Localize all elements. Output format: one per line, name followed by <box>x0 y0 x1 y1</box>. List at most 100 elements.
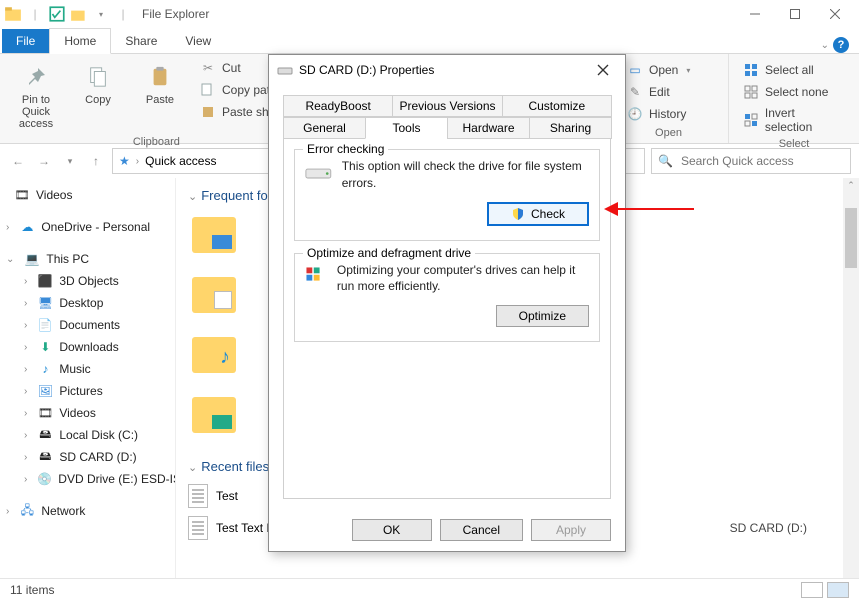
dialog-title: SD CARD (D:) Properties <box>299 63 434 77</box>
dialog-actions: OK Cancel Apply <box>352 519 611 541</box>
dialog-title-bar[interactable]: SD CARD (D:) Properties <box>269 55 625 85</box>
copy-button[interactable]: Copy <box>70 58 126 110</box>
scroll-thumb[interactable] <box>845 208 857 268</box>
optimize-desc: Optimizing your computer's drives can he… <box>337 262 589 296</box>
tree-network[interactable]: ›🖧Network <box>0 500 175 522</box>
documents-icon: 📄 <box>37 317 53 333</box>
help-icon[interactable]: ? <box>833 37 849 53</box>
videos-icon: 🎞 <box>14 187 30 203</box>
folder-thumb[interactable]: ♪ <box>192 337 240 381</box>
text-file-icon <box>188 484 208 508</box>
tree-videos[interactable]: 🎞Videos <box>0 184 175 206</box>
forward-button[interactable]: → <box>34 151 54 171</box>
search-box[interactable]: 🔍 <box>651 148 851 174</box>
optimize-button[interactable]: Optimize <box>496 305 589 327</box>
explorer-icon <box>4 5 22 23</box>
ok-button[interactable]: OK <box>352 519 432 541</box>
tree-downloads[interactable]: ›⬇Downloads <box>0 336 175 358</box>
window-title: File Explorer <box>142 7 209 21</box>
folder-thumb[interactable] <box>192 397 240 441</box>
tree-pictures[interactable]: ›🖼Pictures <box>0 380 175 402</box>
invert-selection-button[interactable]: Invert selection <box>737 104 851 136</box>
optimize-group: Optimize and defragment drive Optimizing… <box>294 253 600 343</box>
error-checking-group: Error checking This option will check th… <box>294 149 600 241</box>
open-button[interactable]: ▭Open▾ <box>621 60 696 80</box>
tab-file[interactable]: File <box>2 29 49 53</box>
paste-shortcut-icon <box>200 104 216 120</box>
group-clipboard: Pin to Quick access Copy Paste ✂Cut Copy… <box>0 54 314 143</box>
breadcrumb[interactable]: Quick access <box>145 154 216 168</box>
ribbon-collapse-icon[interactable]: ⌄ <box>821 40 829 51</box>
tree-onedrive[interactable]: ›☁OneDrive - Personal <box>0 216 175 238</box>
music-icon: ♪ <box>37 361 53 377</box>
tree-music[interactable]: ›♪Music <box>0 358 175 380</box>
view-large-button[interactable] <box>827 582 849 598</box>
ribbon-help: ⌄ ? <box>821 37 849 53</box>
title-bar: | ▾ | File Explorer <box>0 0 859 28</box>
videos-icon: 🎞 <box>37 405 53 421</box>
back-button[interactable]: ← <box>8 151 28 171</box>
tab-view[interactable]: View <box>171 29 225 53</box>
tree-desktop[interactable]: ›🖥Desktop <box>0 292 175 314</box>
recent-dropdown[interactable]: ▾ <box>60 151 80 171</box>
select-none-button[interactable]: Select none <box>737 82 851 102</box>
tab-share[interactable]: Share <box>111 29 171 53</box>
error-checking-desc: This option will check the drive for fil… <box>342 158 589 192</box>
apply-button[interactable]: Apply <box>531 519 611 541</box>
edit-button[interactable]: ✎Edit <box>621 82 696 102</box>
tab-home[interactable]: Home <box>49 28 111 54</box>
scrollbar[interactable]: ⌃ <box>843 178 859 578</box>
maximize-button[interactable] <box>775 0 815 28</box>
tree-dvd[interactable]: ›💿DVD Drive (E:) ESD-IS <box>0 468 175 490</box>
folder-thumb[interactable] <box>192 277 240 321</box>
check-button[interactable]: Check <box>487 202 589 226</box>
tree-documents[interactable]: ›📄Documents <box>0 314 175 336</box>
pin-button[interactable]: Pin to Quick access <box>8 58 64 134</box>
shield-icon <box>511 207 525 221</box>
qat-dropdown-icon[interactable]: ▾ <box>92 5 110 23</box>
sdcard-icon: 🖴 <box>37 449 53 465</box>
nav-tree[interactable]: 🎞Videos ›☁OneDrive - Personal ⌄💻This PC … <box>0 178 176 578</box>
tab-general[interactable]: General <box>283 117 366 139</box>
close-button[interactable] <box>815 0 855 28</box>
select-all-button[interactable]: Select all <box>737 60 851 80</box>
ribbon-tabs: File Home Share View ⌄ ? <box>0 28 859 54</box>
minimize-button[interactable] <box>735 0 775 28</box>
tab-previous-versions[interactable]: Previous Versions <box>392 95 502 117</box>
pin-icon <box>21 62 51 92</box>
up-button[interactable]: ↑ <box>86 151 106 171</box>
tree-videos2[interactable]: ›🎞Videos <box>0 402 175 424</box>
cancel-button[interactable]: Cancel <box>440 519 523 541</box>
view-details-button[interactable] <box>801 582 823 598</box>
new-folder-qat-icon[interactable] <box>70 5 88 23</box>
pin-label: Pin to Quick access <box>8 94 64 130</box>
properties-qat-icon[interactable] <box>48 5 66 23</box>
tab-tools[interactable]: Tools <box>365 117 448 139</box>
quick-access-star-icon: ★ <box>119 154 130 168</box>
tree-sdcard[interactable]: ›🖴SD CARD (D:) <box>0 446 175 468</box>
open-group-label: Open <box>617 125 720 141</box>
tab-customize[interactable]: Customize <box>502 95 612 117</box>
copy-icon <box>83 62 113 92</box>
group-select: Select all Select none Invert selection … <box>729 54 859 143</box>
select-none-icon <box>743 84 759 100</box>
tab-sharing[interactable]: Sharing <box>529 117 612 139</box>
history-button[interactable]: 🕘History <box>621 104 696 124</box>
tab-hardware[interactable]: Hardware <box>447 117 530 139</box>
tree-localdisk[interactable]: ›🖴Local Disk (C:) <box>0 424 175 446</box>
thispc-icon: 💻 <box>24 251 40 267</box>
window-controls <box>735 0 855 28</box>
paste-button[interactable]: Paste <box>132 58 188 110</box>
tab-readyboost[interactable]: ReadyBoost <box>283 95 393 117</box>
folder-thumb[interactable] <box>192 217 240 261</box>
network-icon: 🖧 <box>19 503 35 519</box>
search-input[interactable] <box>679 153 844 169</box>
error-checking-legend: Error checking <box>303 142 388 156</box>
dialog-close-button[interactable] <box>589 59 617 81</box>
tree-thispc[interactable]: ⌄💻This PC <box>0 248 175 270</box>
paste-label: Paste <box>146 94 174 106</box>
tree-3dobjects[interactable]: ›⬛3D Objects <box>0 270 175 292</box>
select-all-icon <box>743 62 759 78</box>
group-open: ▭Open▾ ✎Edit 🕘History Open <box>609 54 729 143</box>
defrag-icon <box>305 266 327 288</box>
